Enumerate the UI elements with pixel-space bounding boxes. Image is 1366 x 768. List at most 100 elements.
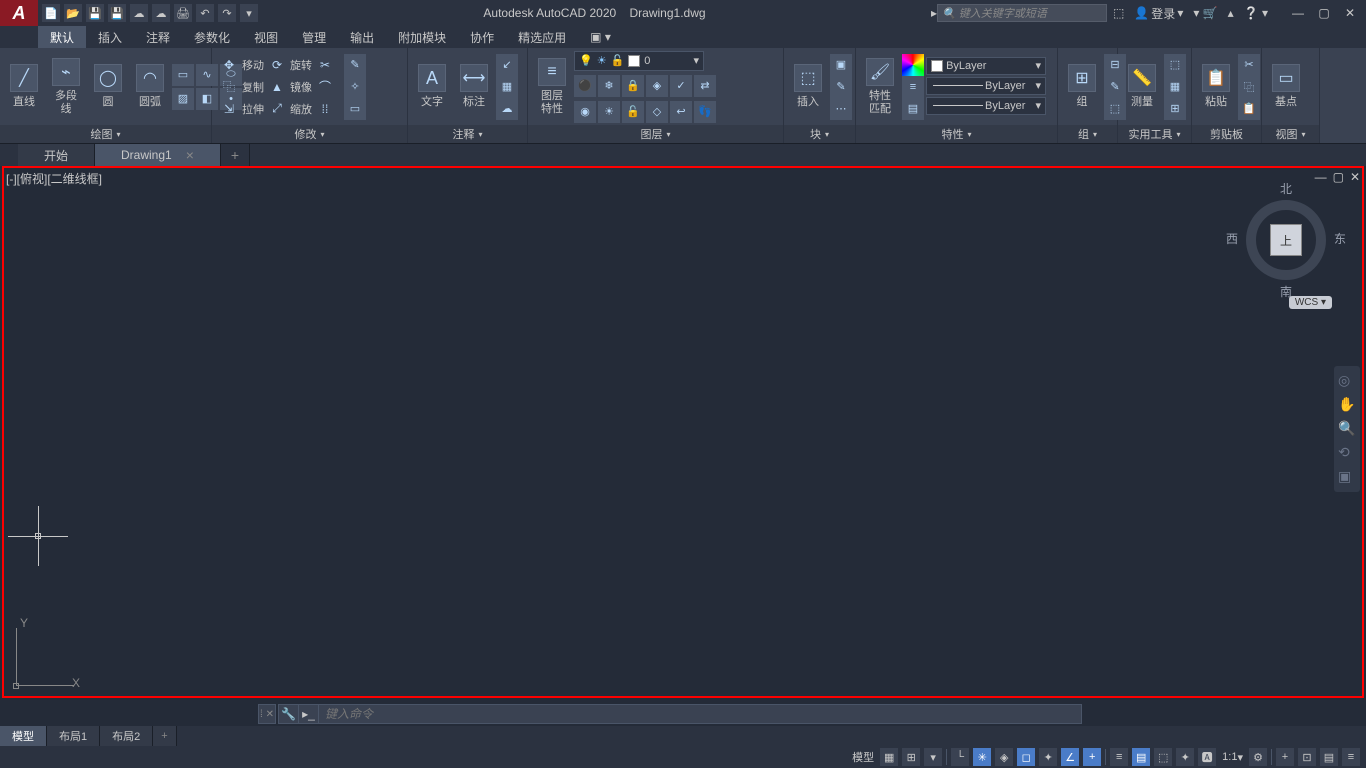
view-cube[interactable]: 上 北 南 东 西: [1236, 190, 1336, 290]
sb-model[interactable]: 模型: [850, 748, 876, 766]
layer-lock-icon[interactable]: 🔒: [622, 75, 644, 97]
rect-icon[interactable]: ▭: [172, 64, 194, 86]
sb-polar-icon[interactable]: ✳: [973, 748, 991, 766]
viewport-close-icon[interactable]: ✕: [1350, 170, 1360, 184]
cmdline-customize-icon[interactable]: 🔧: [279, 705, 299, 723]
offset-icon[interactable]: ▭: [344, 98, 366, 120]
sb-gizmo-icon[interactable]: ✦: [1176, 748, 1194, 766]
quickcalc-icon[interactable]: ⊞: [1164, 98, 1186, 120]
linetype-dropdown[interactable]: ByLayer▾: [926, 97, 1046, 115]
web-open-icon[interactable]: ☁: [130, 4, 148, 22]
sb-lineweight-icon[interactable]: ≡: [1110, 748, 1128, 766]
panel-title-props[interactable]: 特性▾: [856, 125, 1057, 143]
sb-dyn-icon[interactable]: +: [1083, 748, 1101, 766]
maximize-icon[interactable]: ▢: [1314, 5, 1334, 21]
viewcube-west[interactable]: 西: [1226, 230, 1238, 247]
block-attr-icon[interactable]: ⋯: [830, 98, 852, 120]
cloud-icon[interactable]: ☁: [496, 98, 518, 120]
new-tab-button[interactable]: +: [221, 144, 250, 166]
stretch-icon[interactable]: ⇲: [220, 100, 238, 118]
menu-输出[interactable]: 输出: [338, 26, 386, 48]
print-icon[interactable]: 🖨: [174, 4, 192, 22]
panel-title-view[interactable]: 视图▾: [1262, 125, 1319, 143]
layer-off-icon[interactable]: ⚫: [574, 75, 596, 97]
sb-otrack-icon[interactable]: ∠: [1061, 748, 1079, 766]
sb-grid-icon[interactable]: ▦: [880, 748, 898, 766]
layer-on-icon[interactable]: ◉: [574, 101, 596, 123]
tab-close-icon[interactable]: ×: [186, 147, 194, 163]
layer-unisolate-icon[interactable]: ◇: [646, 101, 668, 123]
group-button[interactable]: ⊞组: [1062, 60, 1102, 112]
sb-selection-icon[interactable]: ⬚: [1154, 748, 1172, 766]
help-icon[interactable]: ❔ ▾: [1244, 6, 1268, 20]
sb-ortho-icon[interactable]: └: [951, 748, 969, 766]
menu-参数化[interactable]: 参数化: [182, 26, 242, 48]
zoom-icon[interactable]: 🔍: [1338, 420, 1356, 438]
showmotion-icon[interactable]: ▣: [1338, 468, 1356, 486]
qat-more-icon[interactable]: ▾: [240, 4, 258, 22]
dim-button[interactable]: ⟷标注: [454, 60, 494, 112]
ribbon-pin-icon[interactable]: ▣ ▾: [578, 26, 623, 48]
paste-button[interactable]: 📋粘贴: [1196, 60, 1236, 112]
lineweight-dropdown[interactable]: ByLayer▾: [926, 77, 1046, 95]
viewport-label[interactable]: [-][俯视][二维线框]: [6, 170, 102, 187]
viewport-maximize-icon[interactable]: ▢: [1333, 170, 1344, 184]
circle-button[interactable]: ◯圆: [88, 60, 128, 112]
command-input[interactable]: [319, 707, 1081, 721]
saveas-icon[interactable]: 💾: [108, 4, 126, 22]
viewcube-top-face[interactable]: 上: [1270, 224, 1302, 256]
menu-协作[interactable]: 协作: [458, 26, 506, 48]
table-icon[interactable]: ▦: [496, 76, 518, 98]
sb-units-icon[interactable]: ⊡: [1298, 748, 1316, 766]
rotate-icon[interactable]: ⟳: [268, 56, 286, 74]
cmdline-handle[interactable]: ⁞ ✕: [258, 704, 276, 724]
wcs-badge[interactable]: WCS ▾: [1289, 296, 1332, 309]
panel-title-util[interactable]: 实用工具▾: [1118, 125, 1191, 143]
layer-prev-icon[interactable]: ↩: [670, 101, 692, 123]
orbit-icon[interactable]: ⟲: [1338, 444, 1356, 462]
menu-插入[interactable]: 插入: [86, 26, 134, 48]
hatch-icon[interactable]: ▨: [172, 88, 194, 110]
scale-icon[interactable]: ⤢: [268, 100, 286, 118]
fillet-icon[interactable]: ⌒: [316, 78, 334, 96]
save-icon[interactable]: 💾: [86, 4, 104, 22]
leader-icon[interactable]: ↙: [496, 54, 518, 76]
sb-3dosnap-icon[interactable]: ✦: [1039, 748, 1057, 766]
exchange-icon[interactable]: ▾ 🛒: [1193, 6, 1217, 20]
web-save-icon[interactable]: ☁: [152, 4, 170, 22]
move-button[interactable]: 移动: [242, 57, 264, 73]
panel-title-layer[interactable]: 图层▾: [528, 125, 783, 143]
panel-title-group[interactable]: 组▾: [1058, 125, 1117, 143]
search-input[interactable]: 🔍 键入关键字或短语: [937, 4, 1107, 22]
layout-tab-布局1[interactable]: 布局1: [47, 726, 100, 746]
block-create-icon[interactable]: ▣: [830, 54, 852, 76]
transparency-icon[interactable]: ▤: [902, 98, 924, 120]
copy-button[interactable]: 复制: [242, 79, 264, 95]
a360-icon[interactable]: ▴: [1228, 6, 1234, 20]
sb-scale[interactable]: 1:1 ▾: [1220, 748, 1245, 766]
move-icon[interactable]: ✥: [220, 56, 238, 74]
sb-customize-icon[interactable]: ≡: [1342, 748, 1360, 766]
text-button[interactable]: A文字: [412, 60, 452, 112]
copy-clip-icon[interactable]: ⿻: [1238, 76, 1260, 98]
layout-tab-模型[interactable]: 模型: [0, 726, 47, 746]
polyline-button[interactable]: ⌁多段线: [46, 54, 86, 118]
sb-transparency-icon[interactable]: ▤: [1132, 748, 1150, 766]
pan-icon[interactable]: ✋: [1338, 396, 1356, 414]
file-tab-开始[interactable]: 开始: [18, 144, 95, 166]
insert-block-button[interactable]: ⬚插入: [788, 60, 828, 112]
copy-icon[interactable]: ⿻: [220, 78, 238, 96]
arc-button[interactable]: ◠圆弧: [130, 60, 170, 112]
panel-title-annot[interactable]: 注释▾: [408, 125, 527, 143]
sb-annomonitor-icon[interactable]: +: [1276, 748, 1294, 766]
command-line[interactable]: 🔧 ▸_: [278, 704, 1082, 724]
sb-infer-icon[interactable]: ▾: [924, 748, 942, 766]
mirror-button[interactable]: 镜像: [290, 79, 312, 95]
sb-workspace-icon[interactable]: ⚙: [1249, 748, 1267, 766]
app-logo[interactable]: A: [0, 0, 38, 26]
scale-button[interactable]: 缩放: [290, 101, 312, 117]
add-layout-button[interactable]: +: [153, 726, 176, 746]
file-tab-Drawing1[interactable]: Drawing1×: [95, 144, 221, 166]
menu-视图[interactable]: 视图: [242, 26, 290, 48]
layer-walk-icon[interactable]: 👣: [694, 101, 716, 123]
